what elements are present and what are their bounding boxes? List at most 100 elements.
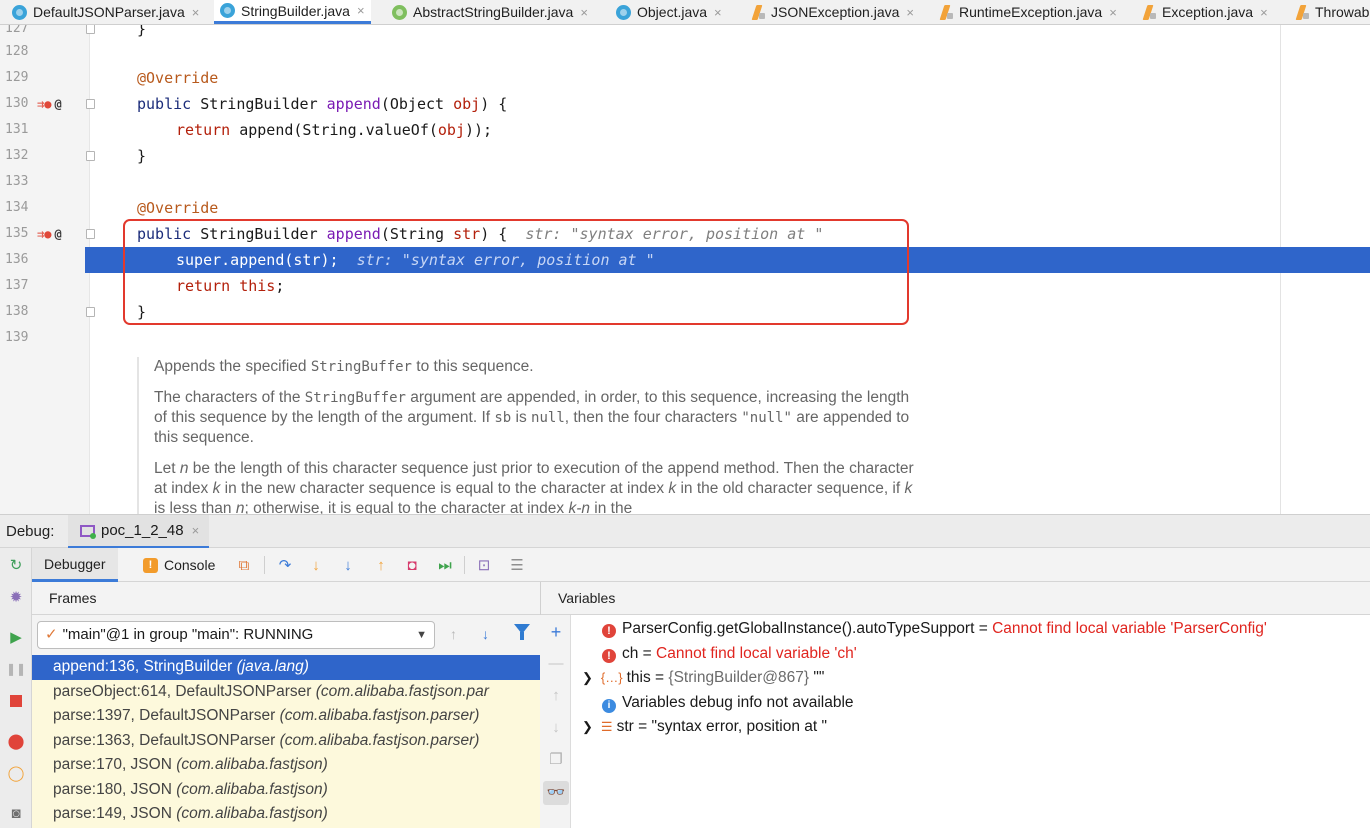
annotation-marker-icon[interactable]: @ (54, 227, 61, 241)
frame-package: (com.alibaba.fastjson) (176, 780, 328, 798)
step-into-icon[interactable]: ↓ (307, 557, 325, 575)
override-marker-icon[interactable]: ⇉● (37, 227, 51, 241)
tab-debugger[interactable]: Debugger (32, 548, 118, 582)
tab-abstractstringbuilder[interactable]: AbstractStringBuilder.java × (392, 0, 588, 24)
drop-frame-icon[interactable]: ◘ (403, 557, 421, 575)
remove-watch-icon[interactable]: — (547, 655, 565, 673)
close-icon[interactable]: × (192, 523, 200, 538)
close-icon[interactable]: × (1109, 5, 1117, 20)
code-editor[interactable]: 127 } 128 129 @Override 130 ⇉● @ public S… (0, 25, 1370, 514)
add-watch-icon[interactable]: + (547, 623, 565, 641)
tab-label: RuntimeException.java (959, 4, 1103, 20)
step-out-icon[interactable]: ↑ (372, 557, 390, 575)
resume-icon[interactable]: ▶ (7, 628, 25, 646)
step-over-icon[interactable]: ↷ (276, 557, 294, 575)
frame-item[interactable]: parse:1397, DefaultJSONParser (com.aliba… (32, 704, 540, 729)
debug-session-tab[interactable]: poc_1_2_48 × (68, 515, 210, 549)
close-icon[interactable]: × (906, 5, 914, 20)
variables-header: Variables (541, 582, 1370, 615)
code-line[interactable]: 129 @Override (0, 65, 1370, 91)
fold-marker-icon[interactable] (86, 99, 95, 109)
debug-action-strip: ↻ ✹ ▶ ❚❚ ⬤ ◯ ◙ (0, 548, 32, 828)
doc-paragraph: Appends the specified StringBuffer to th… (154, 357, 917, 377)
code-line[interactable]: 139 (0, 325, 1370, 351)
fold-marker-icon[interactable] (86, 151, 95, 161)
tab-throwable[interactable]: Throwab (1294, 0, 1369, 24)
fold-marker-icon[interactable] (86, 307, 95, 317)
close-icon[interactable]: × (357, 3, 365, 18)
evaluate-expression-icon[interactable]: ⊡ (475, 557, 493, 575)
settings-icon[interactable]: ✹ (7, 588, 25, 606)
code-line[interactable]: 128 (0, 39, 1370, 65)
camera-icon[interactable]: ◙ (7, 804, 25, 822)
trace-list-icon[interactable]: ☰ (508, 557, 526, 575)
variables-action-strip: + — ↑ ↓ ❐ 👓 (540, 615, 571, 828)
tab-jsonexception[interactable]: JSONException.java × (750, 0, 914, 24)
variable-row[interactable]: ❯ {…} this = {StringBuilder@867} "" (582, 666, 824, 691)
frame-item[interactable]: append:136, StringBuilder (java.lang) (32, 655, 540, 680)
code-line[interactable]: 130 ⇉● @ public StringBuilder append(Obje… (0, 91, 1370, 117)
fold-marker-icon[interactable] (86, 229, 95, 239)
doc-text: in the old character sequence, if (676, 480, 905, 497)
tab-defaultjsonparser[interactable]: DefaultJSONParser.java × (12, 0, 199, 24)
rerun-icon[interactable]: ↻ (7, 556, 25, 574)
code-line[interactable]: 134 @Override (0, 195, 1370, 221)
chevron-right-icon[interactable]: ❯ (582, 670, 593, 685)
force-step-into-icon[interactable]: ↓ (339, 557, 357, 575)
show-watches-icon[interactable]: 👓 (543, 781, 569, 805)
tab-exception[interactable]: Exception.java × (1141, 0, 1268, 24)
tab-label: Console (164, 557, 216, 573)
move-down-icon[interactable]: ↓ (547, 719, 565, 737)
close-icon[interactable]: × (192, 5, 200, 20)
move-up-icon[interactable]: ↑ (547, 687, 565, 705)
code-line[interactable]: 131 return append(String.valueOf(obj)); (0, 117, 1370, 143)
thread-dropdown[interactable]: ✓ "main"@1 in group "main": RUNNING ▼ (37, 621, 435, 649)
tab-console[interactable]: ! Console (143, 548, 215, 582)
tab-runtimeexception[interactable]: RuntimeException.java × (938, 0, 1117, 24)
console-warning-icon: ! (143, 557, 158, 573)
gutter-icons[interactable]: ⇉● @ (37, 91, 62, 117)
annotation-marker-icon[interactable]: @ (54, 97, 61, 111)
view-breakpoints-icon[interactable]: ⬤ (7, 732, 25, 750)
code-punct: )); (465, 121, 493, 139)
override-marker-icon[interactable]: ⇉● (37, 97, 51, 111)
gutter-icons[interactable]: ⇉● @ (37, 221, 62, 247)
variable-row[interactable]: ! ParserConfig.getGlobalInstance().autoTy… (602, 617, 1267, 642)
tab-stringbuilder[interactable]: StringBuilder.java × (214, 0, 371, 24)
close-icon[interactable]: × (580, 5, 588, 20)
frame-item[interactable]: parseObject:614, DefaultJSONParser (com.… (32, 680, 540, 705)
doc-code: sb (494, 410, 512, 426)
frame-item[interactable]: parse:180, JSON (com.alibaba.fastjson) (32, 778, 540, 803)
doc-code: StringBuffer (304, 390, 406, 406)
thread-selector-row: ✓ "main"@1 in group "main": RUNNING ▼ ↑ ↓ (32, 615, 540, 655)
code-line[interactable]: 133 (0, 169, 1370, 195)
previous-frame-icon[interactable]: ↑ (450, 626, 457, 642)
close-icon[interactable]: × (714, 5, 722, 20)
next-frame-icon[interactable]: ↓ (482, 626, 489, 642)
line-number: 132 (5, 148, 29, 163)
code-text: } (137, 147, 147, 165)
code-line[interactable]: 132 } (0, 143, 1370, 169)
fold-marker-icon[interactable] (86, 25, 95, 34)
frame-item[interactable]: parse:149, JSON (com.alibaba.fastjson) (32, 802, 540, 827)
close-icon[interactable]: × (1260, 5, 1268, 20)
frame-item[interactable]: parse:170, JSON (com.alibaba.fastjson) (32, 753, 540, 778)
frame-item[interactable]: parse:1363, DefaultJSONParser (com.aliba… (32, 729, 540, 754)
stop-icon[interactable] (7, 692, 25, 710)
variable-eq: = (638, 644, 657, 662)
thread-label: "main"@1 in group "main": RUNNING (62, 626, 314, 643)
layout-icon[interactable]: ⧉ (235, 557, 253, 575)
copy-icon[interactable]: ❐ (547, 751, 565, 769)
pause-icon[interactable]: ❚❚ (6, 660, 26, 678)
variable-row[interactable]: ❯ ☰ str = "syntax error, position at " (582, 715, 827, 740)
chevron-right-icon[interactable]: ❯ (582, 719, 593, 734)
variable-name: ParserConfig.getGlobalInstance().autoTyp… (622, 620, 975, 637)
type-name: StringBuilder (200, 95, 318, 113)
editor-tab-bar: DefaultJSONParser.java × StringBuilder.j… (0, 0, 1370, 25)
mute-breakpoints-icon[interactable]: ◯ (7, 764, 25, 782)
run-to-cursor-icon[interactable]: ⏭ (436, 557, 454, 575)
filter-icon[interactable] (514, 624, 530, 640)
variable-row[interactable]: ! ch = Cannot find local variable 'ch' (602, 642, 857, 667)
tab-label: Object.java (637, 4, 708, 20)
tab-object[interactable]: Object.java × (616, 0, 722, 24)
